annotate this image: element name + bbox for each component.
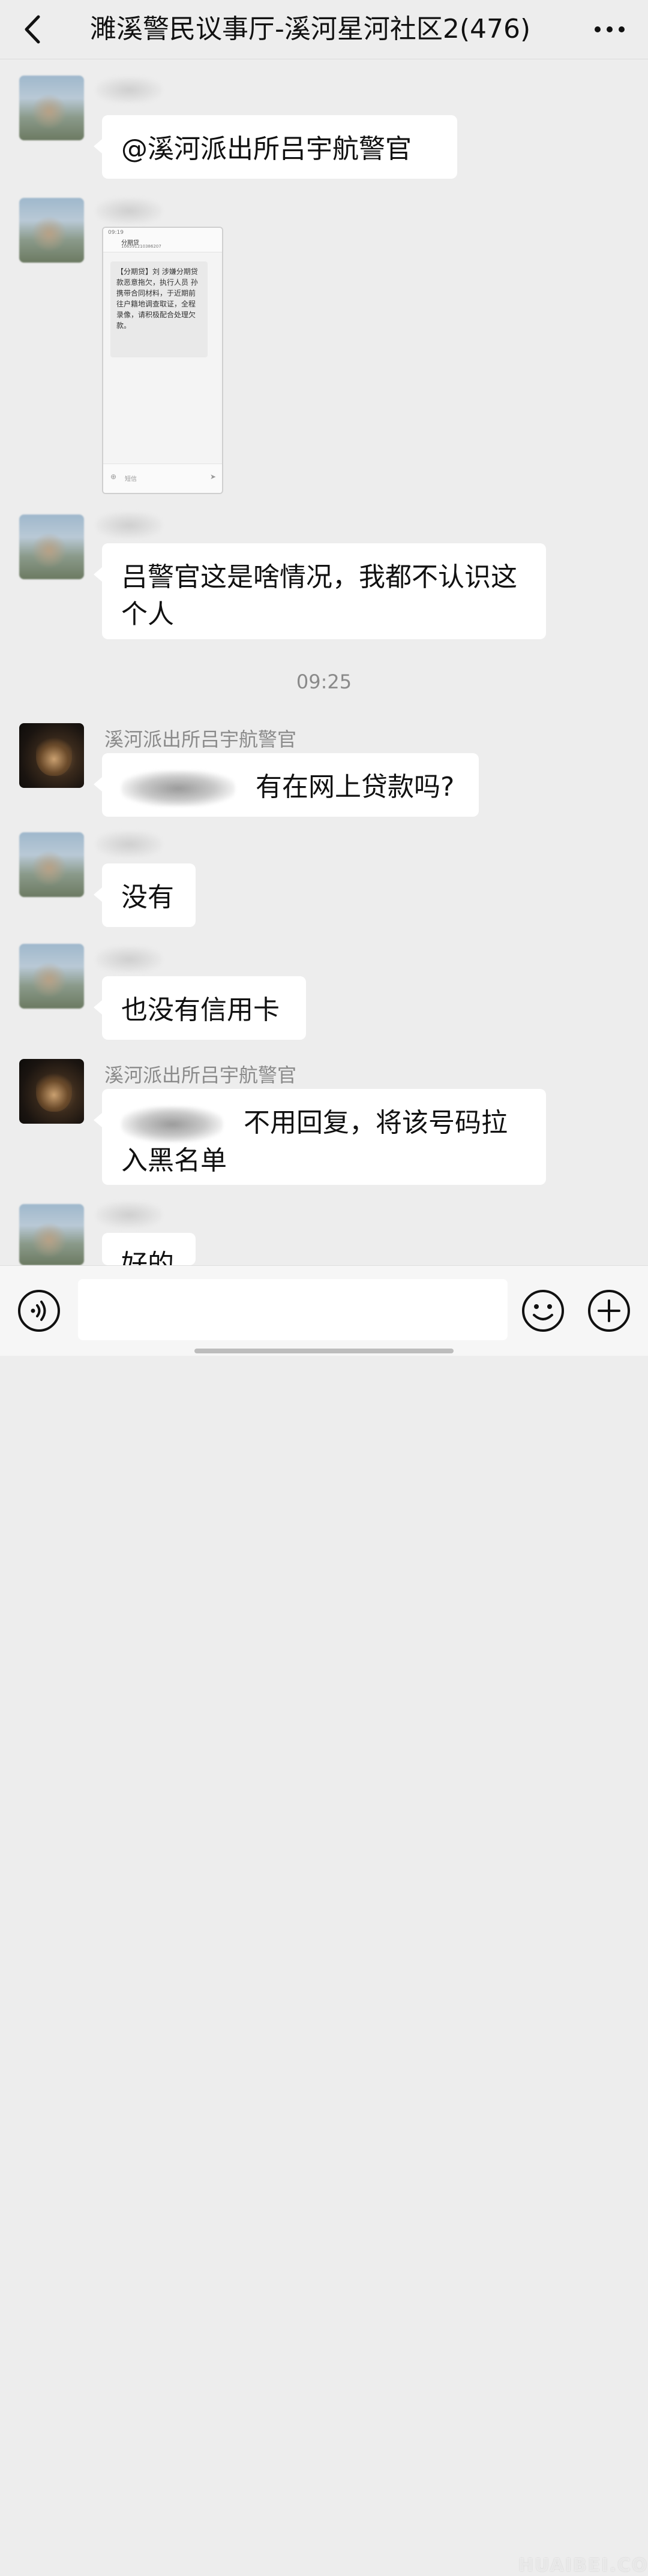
message-bubble[interactable]: 好的 [102,1233,196,1265]
sender-nickname: 溪河派出所吕宇航警官 [104,728,297,751]
home-indicator [194,1349,454,1353]
sms-status-time: 09:19 [108,230,124,236]
avatar[interactable] [19,1059,84,1124]
avatar[interactable] [19,76,84,140]
message-text: 没有 [121,882,174,913]
sms-message: 【分期贷】刘 涉嫌分期贷款恶意拖欠，执行人员 孙 携带合同材料，于近期前往户籍地… [110,261,208,357]
blurred-mention [121,771,235,806]
message-bubble[interactable]: 吕警官这是啥情况，我都不认识这个人 [94,543,546,639]
sms-input-bar: ⊕ 短信 ➤ [103,464,222,493]
message-bubble[interactable]: 有在网上贷款吗? [94,753,479,817]
more-dots-icon[interactable] [592,16,628,43]
sms-add-icon: ⊕ [110,473,117,481]
voice-icon[interactable] [17,1289,61,1333]
back-chevron-icon[interactable] [19,13,46,46]
time-divider: 09:25 [296,670,352,693]
blurred-nickname [96,1202,162,1228]
blurred-nickname [96,512,162,538]
message-text: @溪河派出所吕宇航警官 [121,134,412,164]
message-text: 也没有信用卡 [121,995,280,1025]
message-bubble[interactable]: @溪河派出所吕宇航警官 [94,115,457,179]
avatar[interactable] [19,723,84,788]
chat-header: 濉溪警民议事厅-溪河星河社区2(476) [0,0,648,59]
sms-header: 09:19 分期贷 106591210386207 [103,228,222,252]
emoji-icon[interactable] [521,1289,565,1333]
message-text: 吕警官这是啥情况，我都不认识这个人 [121,562,517,630]
blurred-mention [121,1106,223,1142]
image-message-thumbnail[interactable]: 09:19 分期贷 106591210386207 【分期贷】刘 涉嫌分期贷款恶… [102,227,223,494]
avatar[interactable] [19,514,84,579]
message-bubble[interactable]: 也没有信用卡 [94,976,306,1040]
sms-send-icon: ➤ [209,473,216,481]
message-bubble[interactable]: 不用回复，将该号码拉入黑名单 [94,1089,546,1185]
message-bubble[interactable]: 没有 [94,863,196,927]
avatar[interactable] [19,832,84,897]
watermark: HUAIBEI.COM [518,2555,648,2576]
sms-number: 106591210386207 [121,244,161,249]
plus-icon[interactable] [587,1289,631,1333]
chat-input-bar: HUAIBEI.COM [0,1265,648,2576]
avatar[interactable] [19,1204,84,1265]
blurred-nickname [96,198,162,224]
sender-nickname: 溪河派出所吕宇航警官 [104,1064,297,1087]
message-text: 好的 [121,1249,174,1265]
blurred-nickname [96,831,162,857]
sms-input-placeholder: 短信 [125,476,137,483]
blurred-nickname [96,77,162,103]
avatar[interactable] [19,944,84,1009]
avatar[interactable] [19,198,84,263]
blurred-nickname [96,946,162,973]
message-input[interactable] [78,1279,508,1340]
chat-title: 濉溪警民议事厅-溪河星河社区2(476) [90,14,531,44]
message-text: 有在网上贷款吗? [256,772,455,802]
